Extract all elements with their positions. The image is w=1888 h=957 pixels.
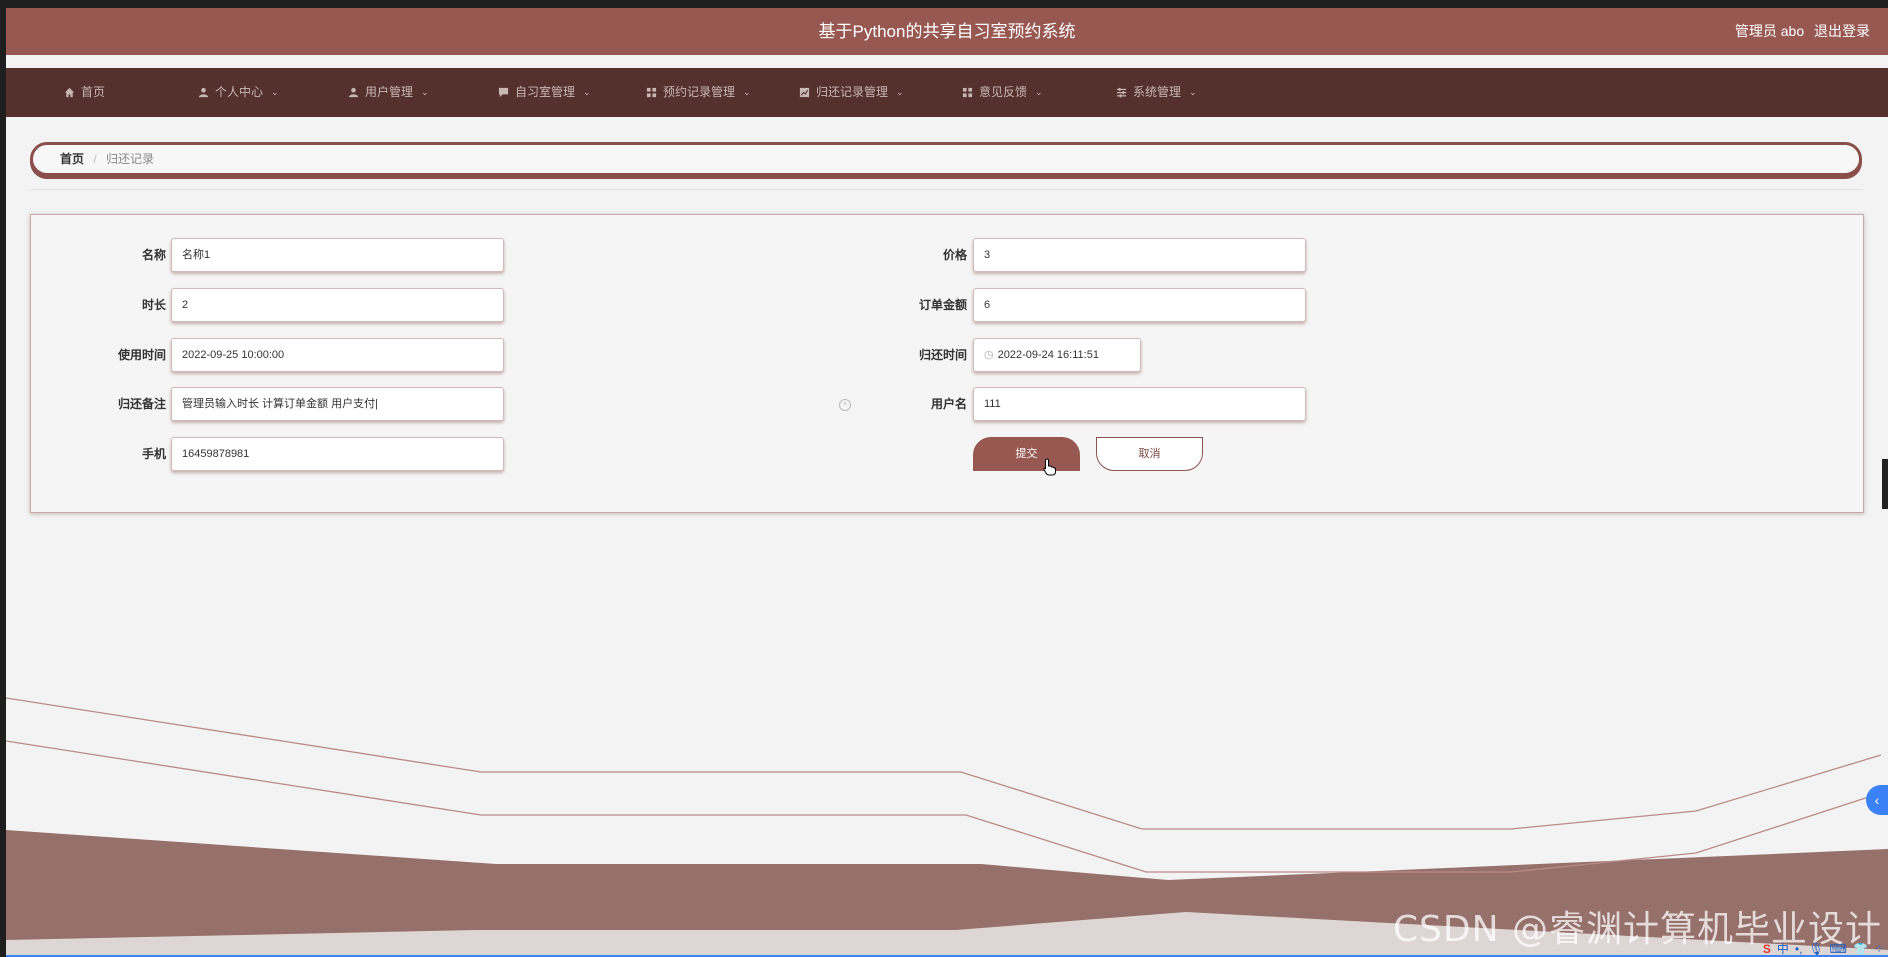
user-area: 管理员 abo 退出登录 [1729,8,1870,55]
site-header: 基于Python的共享自习室预约系统 管理员 abo 退出登录 [6,8,1888,55]
use-time-input[interactable]: 2022-09-25 10:00:00 [171,338,504,372]
grid-icon [646,87,657,98]
return-time-label: 归还时间 [918,348,967,362]
microphone-icon[interactable]: 🎙 [1808,942,1823,956]
logout-link[interactable]: 退出登录 [1814,23,1870,39]
users-icon [348,87,359,98]
order-amount-input[interactable]: 6 [973,288,1306,322]
site-title: 基于Python的共享自习室预约系统 [818,22,1076,41]
breadcrumb-home[interactable]: 首页 [60,152,84,166]
nav-label-study-room-management: 自习室管理 [515,85,576,99]
sliders-icon [1116,87,1127,98]
duration-label: 时长 [141,298,166,312]
order-amount-label: 订单金额 [918,298,967,312]
chevron-down-icon: ⌄ [743,87,751,97]
nav-label-feedback: 意见反馈 [979,85,1028,99]
phone-input[interactable]: 16459878981 [171,437,504,471]
nav-item-study-room-management[interactable]: 自习室管理 ⌄ [498,68,591,117]
nav-label-return-records: 归还记录管理 [816,85,889,99]
current-user-label: 管理员 abo [1734,23,1805,39]
return-record-form: 名称 名称1 时长 2 使用时间 2022-09-25 10:00:00 归还备… [30,214,1864,513]
chevron-down-icon: ⌄ [1189,87,1197,97]
clock-icon: ◷ [984,349,994,361]
breadcrumb-separator: / [93,152,97,166]
main-nav: 首页 个人中心 ⌄ 用户管理 ⌄ 自习室管理 ⌄ 预约记录管理 ⌄ 归还记录管理… [6,68,1888,117]
breadcrumb: 首页 / 归还记录 [30,142,1862,176]
punctuation-icon[interactable]: •, [1795,942,1803,956]
scrollbar[interactable] [1882,459,1888,509]
chat-icon [498,87,509,98]
cancel-button[interactable]: 取消 [1096,437,1203,471]
hand-cursor-icon [1043,458,1056,476]
return-note-input[interactable]: 管理员输入时长 计算订单金额 用户支付| [171,387,504,421]
return-time-value: 2022-09-24 16:11:51 [997,349,1099,361]
grid-icon [962,87,973,98]
apps-icon[interactable]: ⁘ [1874,942,1884,956]
ime-logo-icon: S [1762,941,1771,956]
price-input[interactable]: 3 [973,238,1306,272]
keyboard-icon[interactable]: ⌨ [1830,942,1847,956]
nav-item-system-management[interactable]: 系统管理 ⌄ [1116,68,1197,117]
nav-label-home: 首页 [81,85,106,99]
nav-label-user-management: 用户管理 [365,85,414,99]
chevron-left-icon[interactable]: ‹ [1866,785,1888,815]
username-label: 用户名 [930,397,967,411]
divider [30,189,1862,190]
nav-item-home[interactable]: 首页 [64,68,105,117]
header-spacer [6,55,1888,68]
nav-label-personal-center: 个人中心 [215,85,264,99]
chevron-down-icon: ⌄ [1035,87,1043,97]
clear-icon[interactable]: × [839,399,851,411]
nav-label-system-management: 系统管理 [1133,85,1182,99]
nav-label-reservation-records: 预约记录管理 [663,85,736,99]
nav-item-user-management[interactable]: 用户管理 ⌄ [348,68,429,117]
breadcrumb-current: 归还记录 [106,152,155,166]
submit-button[interactable]: 提交 [973,437,1080,471]
duration-input[interactable]: 2 [171,288,504,322]
nav-item-reservation-records[interactable]: 预约记录管理 ⌄ [646,68,751,117]
shirt-icon[interactable]: 👕 [1853,942,1868,956]
chevron-down-icon: ⌄ [271,87,279,97]
name-input[interactable]: 名称1 [171,238,504,272]
return-time-picker[interactable]: ◷ 2022-09-24 16:11:51 [973,338,1141,372]
nav-item-feedback[interactable]: 意见反馈 ⌄ [962,68,1043,117]
phone-label: 手机 [141,447,166,461]
nav-item-return-records[interactable]: 归还记录管理 ⌄ [799,68,904,117]
chevron-down-icon: ⌄ [896,87,904,97]
user-icon [198,87,209,98]
chevron-down-icon: ⌄ [583,87,591,97]
chevron-down-icon: ⌄ [421,87,429,97]
chart-icon [799,87,810,98]
nav-item-personal-center[interactable]: 个人中心 ⌄ [198,68,279,117]
price-label: 价格 [942,248,967,262]
home-icon [64,87,75,98]
name-label: 名称 [141,248,166,262]
username-input[interactable]: 111 [973,387,1306,421]
use-time-label: 使用时间 [117,348,166,362]
return-note-label: 归还备注 [117,397,166,411]
window-top-frame [0,0,1888,8]
